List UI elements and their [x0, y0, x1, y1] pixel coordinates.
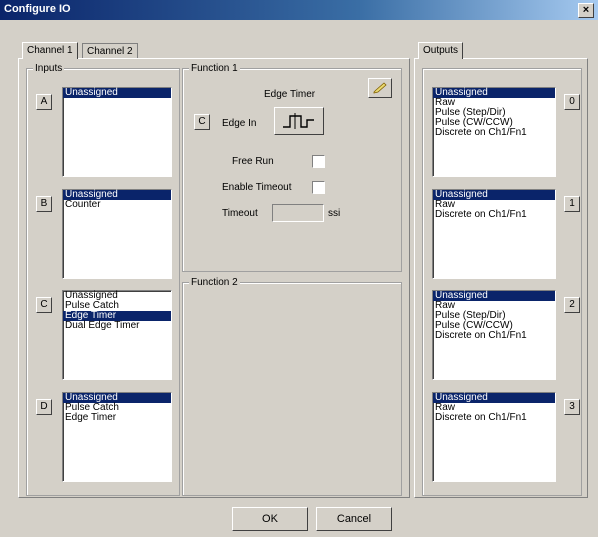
output-3-listbox[interactable]: Unassigned Raw Discrete on Ch1/Fn1 — [432, 392, 556, 482]
function-2-group: Function 2 — [182, 277, 402, 496]
output-3-button[interactable]: 3 — [564, 399, 580, 415]
input-a-button[interactable]: A — [36, 94, 52, 110]
output-0-button[interactable]: 0 — [564, 94, 580, 110]
input-d-listbox[interactable]: Unassigned Pulse Catch Edge Timer — [62, 392, 172, 482]
input-c-listbox[interactable]: Unassigned Pulse Catch Edge Timer Dual E… — [62, 290, 172, 380]
function-2-label: Function 2 — [189, 277, 240, 288]
function-input-button[interactable]: C — [194, 114, 210, 130]
close-icon[interactable]: × — [578, 3, 594, 18]
window-title: Configure IO — [4, 3, 71, 15]
edge-in-label: Edge In — [222, 118, 257, 129]
free-run-checkbox[interactable] — [312, 155, 325, 168]
list-item[interactable]: Unassigned — [63, 88, 171, 98]
list-item[interactable]: Discrete on Ch1/Fn1 — [433, 331, 555, 341]
list-item[interactable]: Discrete on Ch1/Fn1 — [433, 210, 555, 220]
enable-timeout-checkbox[interactable] — [312, 181, 325, 194]
list-item[interactable]: Counter — [63, 200, 171, 210]
tab-channel-1[interactable]: Channel 1 — [22, 42, 78, 59]
list-item[interactable]: Dual Edge Timer — [63, 321, 171, 331]
input-a-listbox[interactable]: Unassigned — [62, 87, 172, 177]
output-2-listbox[interactable]: Unassigned Raw Pulse (Step/Dir) Pulse (C… — [432, 290, 556, 380]
output-0-listbox[interactable]: Unassigned Raw Pulse (Step/Dir) Pulse (C… — [432, 87, 556, 177]
output-2-button[interactable]: 2 — [564, 297, 580, 313]
function-name: Edge Timer — [264, 89, 316, 100]
title-bar: Configure IO × — [0, 0, 598, 20]
cancel-button[interactable]: Cancel — [316, 507, 392, 531]
list-item[interactable]: Edge Timer — [63, 413, 171, 423]
timeout-label: Timeout — [222, 208, 258, 219]
free-run-label: Free Run — [232, 156, 274, 167]
ok-button[interactable]: OK — [232, 507, 308, 531]
input-b-button[interactable]: B — [36, 196, 52, 212]
function-1-label: Function 1 — [189, 63, 240, 74]
pencil-icon — [373, 82, 387, 94]
inputs-label: Inputs — [33, 63, 65, 74]
list-item[interactable]: Discrete on Ch1/Fn1 — [433, 413, 555, 423]
output-1-button[interactable]: 1 — [564, 196, 580, 212]
enable-timeout-label: Enable Timeout — [222, 182, 292, 193]
input-b-listbox[interactable]: Unassigned Counter — [62, 189, 172, 279]
input-d-button[interactable]: D — [36, 399, 52, 415]
edge-in-button[interactable] — [274, 107, 324, 135]
output-1-listbox[interactable]: Unassigned Raw Discrete on Ch1/Fn1 — [432, 189, 556, 279]
pulse-waveform-icon — [283, 113, 314, 129]
edit-function-button[interactable] — [368, 78, 392, 98]
input-c-button[interactable]: C — [36, 297, 52, 313]
timeout-field[interactable] — [272, 204, 324, 222]
tab-outputs[interactable]: Outputs — [418, 42, 464, 59]
timeout-unit: ssi — [328, 208, 341, 219]
list-item[interactable]: Discrete on Ch1/Fn1 — [433, 128, 555, 138]
